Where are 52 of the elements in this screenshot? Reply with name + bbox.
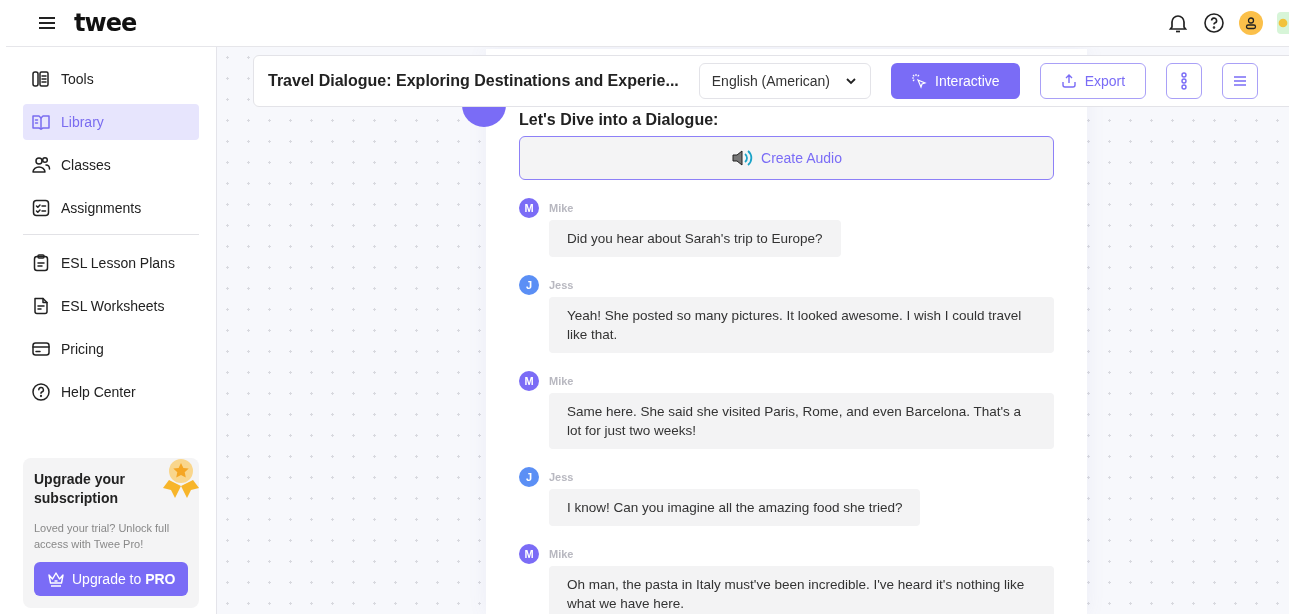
- clipboard-icon: [31, 253, 51, 273]
- sidebar-item[interactable]: ESL Lesson Plans: [23, 245, 199, 281]
- section-heading: Let's Dive into a Dialogue:: [519, 110, 720, 130]
- more-options-button[interactable]: [1166, 63, 1203, 99]
- book-icon: [31, 112, 51, 132]
- message-bubble: Oh man, the pasta in Italy must've been incredible. I've heard it's nothing like what we have here.: [549, 566, 1054, 614]
- list-button[interactable]: [1222, 63, 1259, 99]
- document-icon: [31, 296, 51, 316]
- sidebar-item[interactable]: Assignments: [23, 190, 199, 226]
- upgrade-button[interactable]: Upgrade to PRO: [34, 562, 188, 596]
- user-avatar[interactable]: [1239, 11, 1263, 35]
- speaker-name: Jess: [549, 471, 574, 483]
- message-bubble: Did you hear about Sarah's trip to Europe?: [549, 220, 841, 257]
- checklist-icon: [31, 198, 51, 218]
- sidebar-item[interactable]: Pricing: [23, 331, 199, 367]
- speaker-avatar: M: [519, 544, 539, 564]
- logo[interactable]: twee: [74, 9, 137, 37]
- help-icon[interactable]: [1203, 12, 1225, 34]
- notification-bell-icon[interactable]: [1167, 12, 1189, 34]
- speaker-icon: [731, 148, 753, 168]
- sidebar-item[interactable]: Classes: [23, 147, 199, 183]
- sidebar-item[interactable]: Tools: [23, 61, 199, 97]
- cursor-click-icon: [911, 73, 928, 89]
- speaker-name: Mike: [549, 548, 574, 560]
- more-options-icon: [1180, 71, 1189, 91]
- document-title: Travel Dialogue: Exploring Destinations and Experie...: [268, 72, 679, 90]
- medal-icon: [161, 458, 201, 500]
- card-icon: [31, 339, 51, 359]
- message-bubble: Same here. She said she visited Paris, Rome, and even Barcelona. That's a lot for just two weeks!: [549, 393, 1054, 449]
- people-icon: [31, 155, 51, 175]
- create-audio-button[interactable]: Create Audio: [519, 136, 1054, 180]
- message-bubble: I know! Can you imagine all the amazing food she tried?: [549, 489, 921, 526]
- speaker-name: Jess: [549, 279, 574, 291]
- language-dropdown[interactable]: English (American): [698, 63, 872, 99]
- upgrade-text: Loved your trial? Unlock full access with Twee Pro!: [34, 521, 171, 552]
- export-button[interactable]: Export: [1039, 63, 1147, 99]
- help-icon: [31, 382, 51, 402]
- interactive-button[interactable]: Interactive: [891, 63, 1020, 99]
- speaker-avatar: J: [519, 275, 539, 295]
- speaker-avatar: J: [519, 467, 539, 487]
- crown-icon: [46, 570, 66, 588]
- sidebar-item[interactable]: Help Center: [23, 374, 199, 410]
- speaker-avatar: M: [519, 198, 539, 218]
- upload-icon: [1060, 73, 1077, 89]
- menu-icon: [1232, 73, 1249, 89]
- speaker-name: Mike: [549, 202, 574, 214]
- message-bubble: Yeah! She posted so many pictures. It looked awesome. I wish I could travel like that.: [549, 297, 1054, 353]
- sidebar-item[interactable]: ESL Worksheets: [23, 288, 199, 324]
- speaker-avatar: M: [519, 371, 539, 391]
- upgrade-title: Upgrade your subscription: [34, 470, 126, 508]
- speaker-name: Mike: [549, 375, 574, 387]
- tools-icon: [31, 69, 51, 89]
